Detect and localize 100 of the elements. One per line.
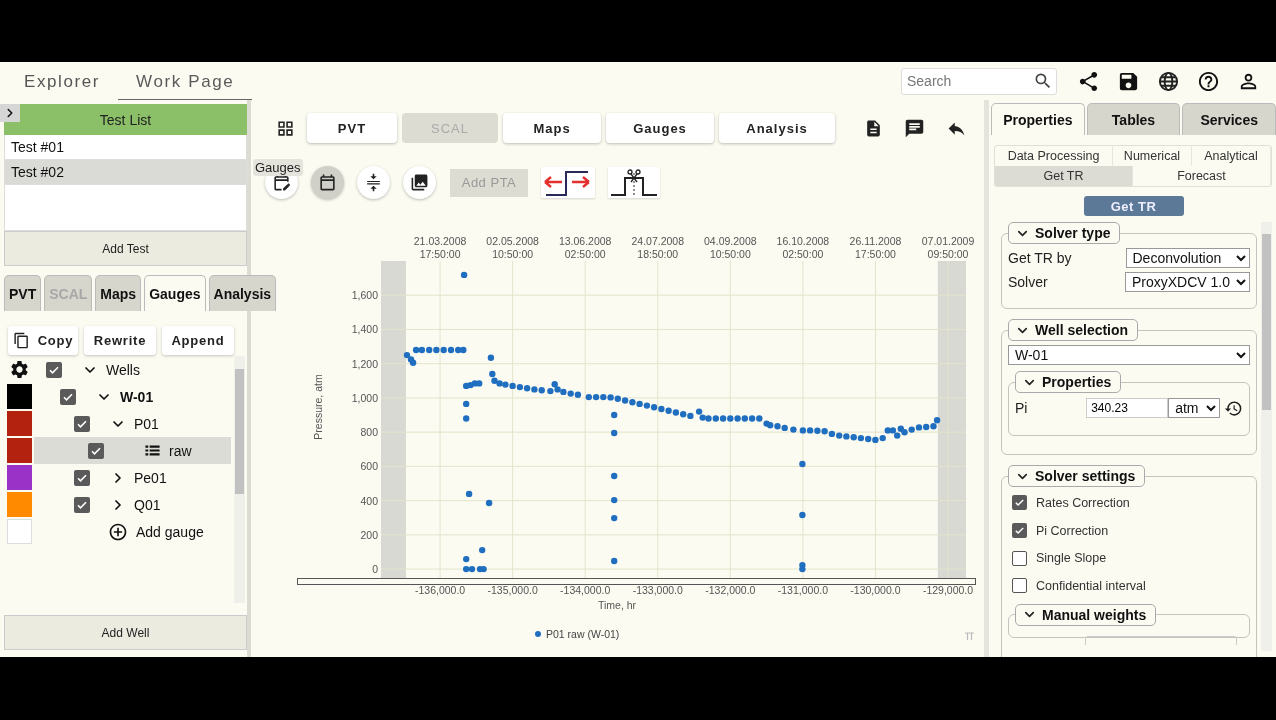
color-swatch[interactable] [6, 384, 32, 409]
color-swatch[interactable] [6, 465, 32, 490]
tick-label: -133,000.0 [632, 584, 683, 596]
tick-label: -129,000.0 [922, 584, 974, 596]
get-tr-button[interactable]: Get TR [1083, 196, 1184, 216]
tool-button[interactable] [403, 166, 436, 199]
section-toggle[interactable]: Solver type [1008, 222, 1121, 244]
tick-label: 200 [360, 528, 378, 541]
tick-label: -130,000.0 [850, 584, 901, 596]
tab[interactable]: Analysis [208, 275, 277, 311]
range-slider[interactable] [297, 578, 976, 585]
document-icon[interactable] [864, 118, 883, 138]
module-button[interactable]: Analysis [719, 113, 835, 143]
check-icon [1014, 525, 1025, 537]
dropdown[interactable]: atm [1168, 398, 1221, 418]
share-icon[interactable] [1077, 69, 1100, 93]
add-well-button[interactable]: Add Well [4, 615, 247, 650]
tab[interactable]: Tables [1086, 103, 1181, 135]
globe-icon[interactable] [1157, 69, 1180, 93]
add-gauge-link[interactable]: Add gauge [136, 523, 204, 540]
restore-icon[interactable] [1224, 398, 1243, 418]
grid-icon[interactable] [276, 118, 295, 138]
tab[interactable]: Services [1182, 103, 1276, 135]
color-swatch[interactable] [6, 492, 32, 517]
checkbox[interactable] [1012, 495, 1027, 511]
tab[interactable]: Properties [991, 103, 1085, 135]
subtab[interactable]: Forecast [1133, 166, 1271, 186]
checkbox[interactable] [88, 442, 104, 459]
tick-label: -131,000.0 [777, 584, 828, 596]
step-tool-button[interactable] [541, 167, 595, 198]
axis-title: Time, hr [597, 599, 637, 611]
module-button[interactable]: Gauges [606, 113, 714, 143]
search-field[interactable]: Search [901, 67, 1057, 95]
number-field[interactable]: 340.23 [1086, 398, 1169, 418]
tick-label: -134,000.0 [560, 584, 611, 596]
option-label: Single Slope [1036, 551, 1107, 566]
tool-button[interactable] [357, 166, 390, 199]
nav-tab[interactable]: Explorer [0, 64, 119, 100]
checkbox[interactable] [60, 388, 76, 405]
section-toggle[interactable]: Properties [1015, 371, 1122, 393]
calendar-icon [318, 173, 337, 192]
legend-label: P01 raw (W-01) [546, 628, 620, 640]
dropdown[interactable]: Deconvolution [1125, 248, 1250, 268]
checkbox[interactable] [46, 361, 62, 378]
tree-row[interactable]: Pe01 [34, 464, 231, 491]
checkbox[interactable] [1012, 550, 1027, 566]
tab[interactable]: Gauges [144, 275, 206, 311]
subtab[interactable]: Analytical [1192, 146, 1271, 166]
scrollbar[interactable] [234, 356, 245, 603]
section-toggle[interactable]: Solver settings [1008, 465, 1146, 487]
checkbox[interactable] [74, 415, 90, 432]
tree-label: W-01 [120, 388, 154, 405]
tick-label: 1,600 [351, 289, 378, 302]
checkbox[interactable] [1012, 523, 1027, 539]
nav-tab[interactable]: Work Page [118, 64, 253, 100]
tick-label: 1,200 [351, 357, 378, 370]
input-field[interactable] [1085, 635, 1237, 645]
tree-label: Wells [106, 361, 140, 378]
tab[interactable]: Maps [95, 275, 142, 311]
date-tick-label: 04.09.2008 10:50:00 [704, 235, 757, 260]
action-button[interactable]: Rewrite [84, 326, 156, 355]
option-label: Rates Correction [1036, 495, 1130, 510]
tab[interactable]: PVT [4, 275, 42, 311]
date-tick-label: 07.01.2009 09:50:00 [921, 235, 975, 260]
tree-row[interactable]: Wells [34, 356, 231, 383]
color-swatch[interactable] [6, 438, 32, 463]
action-button[interactable]: Append [162, 326, 234, 355]
dropdown[interactable]: ProxyXDCV 1.0 [1125, 272, 1250, 292]
help-icon[interactable] [1197, 69, 1220, 93]
tree-row[interactable]: P01 [34, 410, 231, 437]
checkbox[interactable] [1012, 578, 1027, 594]
section-toggle[interactable]: Manual weights [1015, 603, 1157, 626]
tick-label: -132,000.0 [705, 584, 756, 596]
subtab[interactable]: Get TR [995, 166, 1133, 186]
tree-row[interactable]: W-01 [34, 383, 231, 410]
tick-label: 800 [360, 426, 378, 439]
add-icon[interactable] [108, 521, 128, 542]
test-item[interactable]: Test #02 [5, 160, 246, 185]
axis-title: Pressure, atm [312, 374, 324, 440]
checkbox[interactable] [74, 469, 90, 486]
empty-swatch[interactable] [6, 519, 32, 544]
module-button[interactable]: Maps [503, 113, 601, 143]
module-button[interactable]: PVT [307, 113, 397, 143]
logo-icon [964, 632, 975, 641]
tree-row[interactable]: raw [34, 437, 231, 464]
dropdown[interactable]: W-01 [1008, 345, 1250, 365]
tree-row[interactable]: Q01 [34, 491, 231, 518]
section-toggle[interactable]: Well selection [1008, 319, 1139, 341]
scrollbar[interactable] [1261, 222, 1272, 651]
checkbox[interactable] [74, 496, 90, 513]
add-test-button[interactable]: Add Test [4, 231, 247, 266]
step-cut-drawing [609, 167, 659, 198]
date-tick-label: 24.07.2008 18:50:00 [631, 235, 685, 260]
tree-label: Q01 [134, 496, 161, 513]
action-button[interactable]: Copy [8, 326, 78, 355]
tool-button[interactable] [311, 166, 344, 199]
cut-tool-button[interactable] [608, 167, 660, 198]
comment-icon[interactable] [904, 117, 925, 139]
color-swatch[interactable] [6, 411, 32, 436]
expand-button[interactable] [0, 104, 20, 122]
